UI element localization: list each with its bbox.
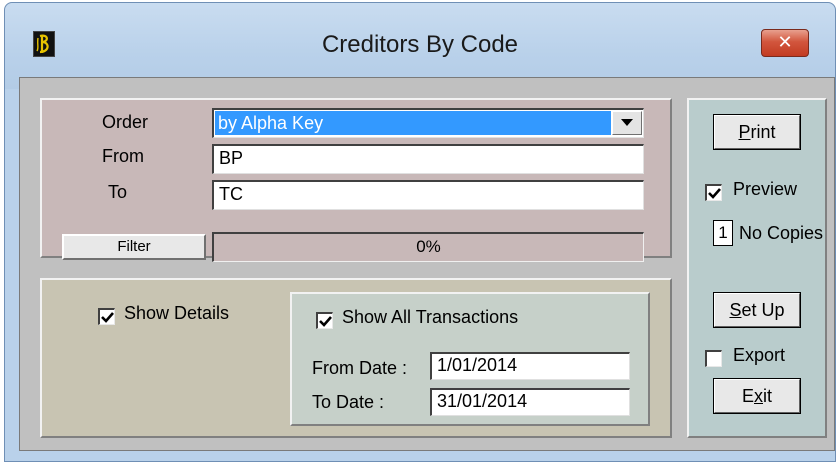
from-code-input[interactable]: BP xyxy=(212,144,644,174)
chevron-down-icon xyxy=(621,119,633,126)
copies-label: No Copies xyxy=(739,223,824,243)
exit-button[interactable]: Exit xyxy=(713,378,801,414)
from-date-label: From Date : xyxy=(312,358,408,378)
show-details-label[interactable]: Show Details xyxy=(124,303,229,324)
show-all-transactions-checkbox[interactable] xyxy=(316,312,333,329)
options-panel: Show Details Show All Transactions From … xyxy=(40,278,672,438)
from-date-input[interactable]: 1/01/2014 xyxy=(430,352,630,380)
close-icon: ✕ xyxy=(777,32,793,53)
filter-button[interactable]: Filter xyxy=(62,234,206,260)
checkmark-icon xyxy=(101,312,114,323)
accelerator-key: P xyxy=(738,122,751,142)
setup-button[interactable]: Set Up xyxy=(713,292,801,328)
print-button[interactable]: Print xyxy=(713,114,801,150)
preview-label[interactable]: Preview xyxy=(733,179,797,200)
from-label: From xyxy=(102,146,144,166)
accelerator-key: x xyxy=(754,386,763,406)
export-label[interactable]: Export xyxy=(733,345,785,366)
progress-text: 0% xyxy=(416,237,441,256)
to-date-label: To Date : xyxy=(312,392,385,412)
accelerator-key: S xyxy=(729,300,742,320)
checkmark-icon xyxy=(319,316,332,327)
to-date-input[interactable]: 31/01/2014 xyxy=(430,388,630,416)
to-label: To xyxy=(108,182,128,202)
checkmark-icon xyxy=(708,188,721,199)
to-code-input[interactable]: TC xyxy=(212,180,644,210)
exit-button-label: Exit xyxy=(741,386,772,406)
window-title: Creditors By Code xyxy=(321,31,519,58)
copies-input[interactable]: 1 xyxy=(713,220,733,246)
setup-button-label: Set Up xyxy=(729,300,785,320)
dialog-window: Creditors By Code ✕ Order by Alpha Key F… xyxy=(4,2,836,462)
filter-panel: Order by Alpha Key From BP To TC Filter … xyxy=(40,98,672,262)
print-button-label: Print xyxy=(738,122,776,142)
progress-bar: 0% xyxy=(212,232,644,262)
actions-panel: Print Preview 1 No Copies Set Up Export … xyxy=(687,98,827,438)
order-selected-value[interactable]: by Alpha Key xyxy=(215,111,611,135)
dropdown-button[interactable] xyxy=(612,111,642,135)
show-all-transactions-label[interactable]: Show All Transactions xyxy=(342,307,518,328)
dialog-client-area: Order by Alpha Key From BP To TC Filter … xyxy=(19,77,835,451)
close-button[interactable]: ✕ xyxy=(761,29,809,57)
order-label: Order xyxy=(102,112,149,132)
preview-checkbox[interactable] xyxy=(705,184,722,201)
show-details-checkbox[interactable] xyxy=(98,308,115,325)
transactions-panel: Show All Transactions From Date : 1/01/2… xyxy=(290,292,650,426)
export-checkbox[interactable] xyxy=(705,350,722,367)
order-dropdown[interactable]: by Alpha Key xyxy=(212,108,644,138)
